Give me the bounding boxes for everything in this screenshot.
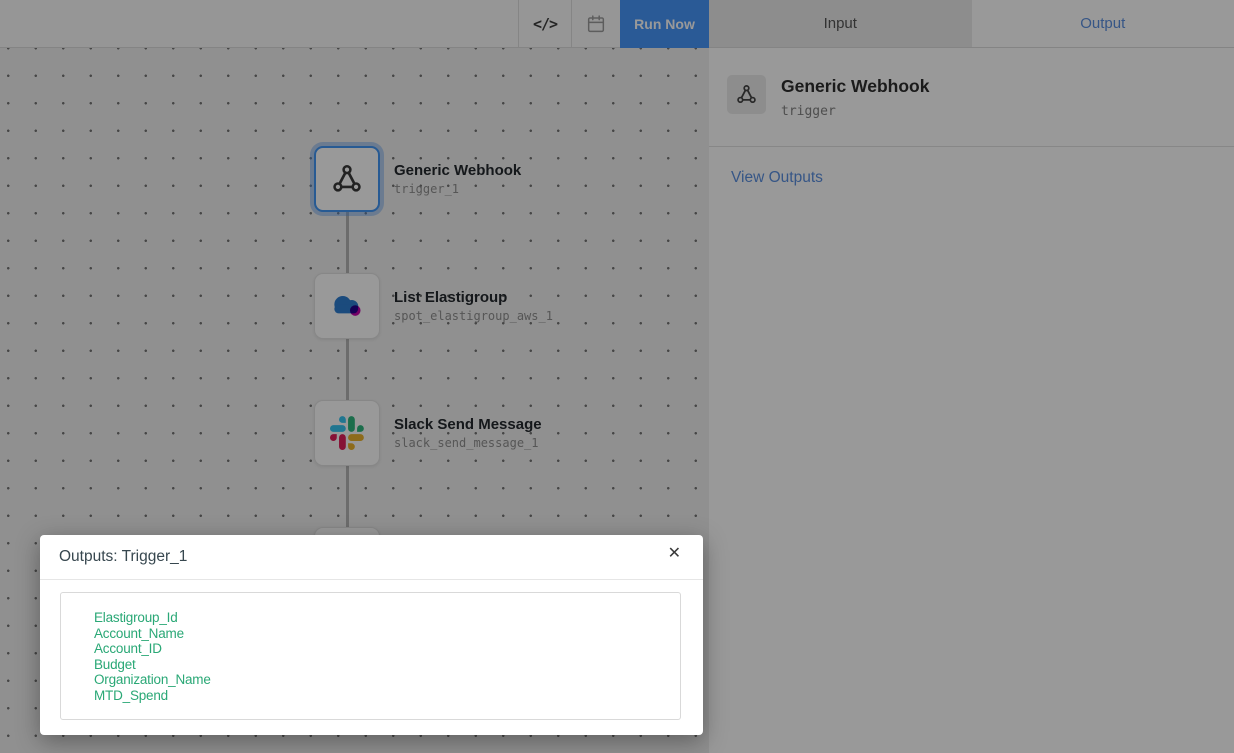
output-field[interactable]: Account_Name bbox=[94, 626, 680, 642]
modal-header: Outputs: Trigger_1 ✕ bbox=[40, 535, 703, 580]
output-field[interactable]: Elastigroup_Id bbox=[94, 610, 680, 626]
outputs-list: Elastigroup_Id Account_Name Account_ID B… bbox=[60, 592, 681, 720]
output-field[interactable]: Organization_Name bbox=[94, 672, 680, 688]
outputs-modal: Outputs: Trigger_1 ✕ Elastigroup_Id Acco… bbox=[40, 535, 703, 735]
output-field[interactable]: MTD_Spend bbox=[94, 688, 680, 704]
app-root: </> Run Now bbox=[0, 0, 1234, 753]
modal-title: Outputs: Trigger_1 bbox=[59, 548, 187, 566]
close-icon[interactable]: ✕ bbox=[668, 546, 681, 562]
output-field[interactable]: Budget bbox=[94, 657, 680, 673]
output-field[interactable]: Account_ID bbox=[94, 641, 680, 657]
